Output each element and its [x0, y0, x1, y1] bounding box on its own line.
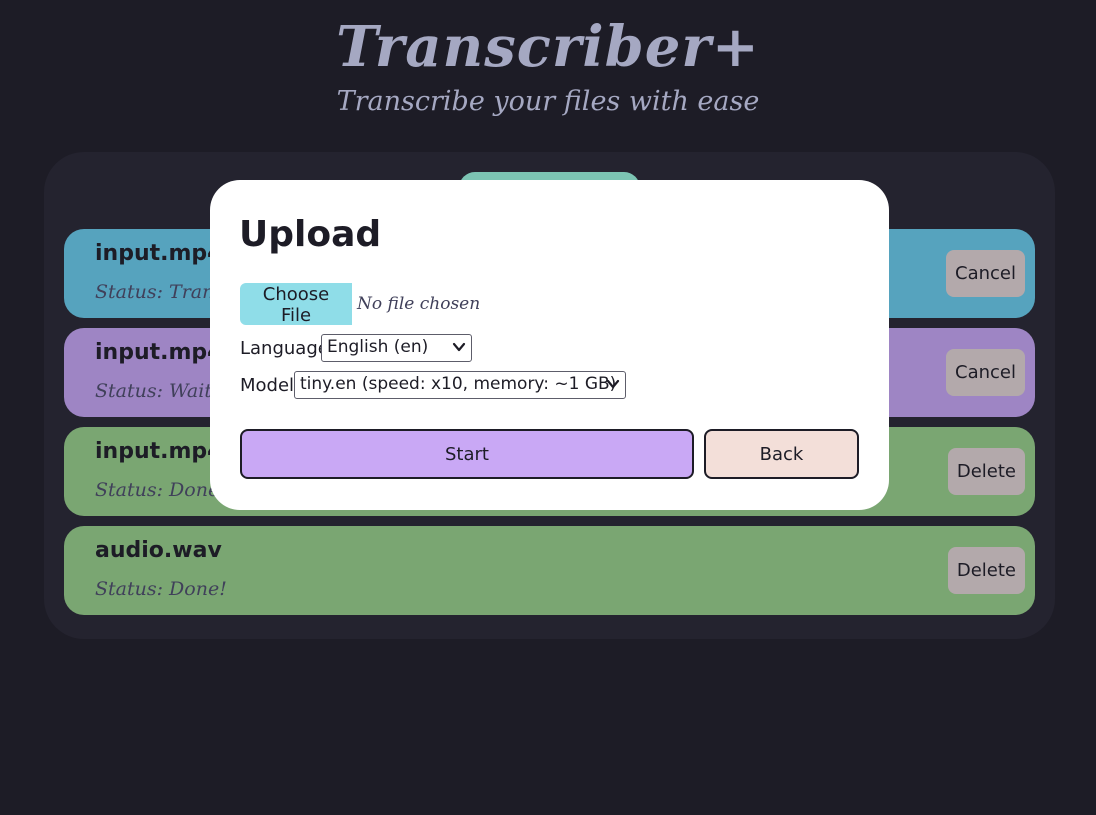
job-status: Status: Done! — [95, 479, 227, 501]
back-button[interactable]: Back — [704, 429, 859, 479]
cancel-button[interactable]: Cancel — [946, 349, 1025, 396]
choose-file-button[interactable]: Choose File — [240, 283, 352, 326]
model-select-value: tiny.en (speed: x10, memory: ~1 GB) — [300, 374, 617, 394]
upload-dialog: Upload Choose File No file chosen Langua… — [210, 180, 889, 510]
file-name-label: No file chosen — [357, 294, 481, 314]
app-title: Transcriber+ — [336, 14, 760, 80]
model-select[interactable]: tiny.en (speed: x10, memory: ~1 GB) — [294, 371, 626, 399]
model-label: Model: — [240, 375, 301, 396]
delete-button[interactable]: Delete — [947, 448, 1025, 495]
language-select-value: English (en) — [327, 337, 429, 357]
app-subtitle: Transcribe your files with ease — [336, 86, 760, 117]
language-select[interactable]: English (en) — [321, 334, 472, 362]
job-filename: audio.wav — [95, 538, 222, 563]
job-filename: input.mp4 — [95, 340, 223, 365]
dialog-title: Upload — [239, 214, 382, 255]
job-filename: input.mp4 — [95, 241, 223, 266]
cancel-button[interactable]: Cancel — [946, 250, 1025, 297]
chevron-down-icon — [452, 342, 466, 352]
job-status: Status: Done! — [95, 578, 227, 600]
chevron-down-icon — [606, 379, 620, 389]
delete-button[interactable]: Delete — [947, 547, 1025, 594]
job-filename: input.mp4 — [95, 439, 223, 464]
job-item: audio.wav Status: Done! Delete — [64, 526, 1035, 615]
start-button[interactable]: Start — [240, 429, 694, 479]
